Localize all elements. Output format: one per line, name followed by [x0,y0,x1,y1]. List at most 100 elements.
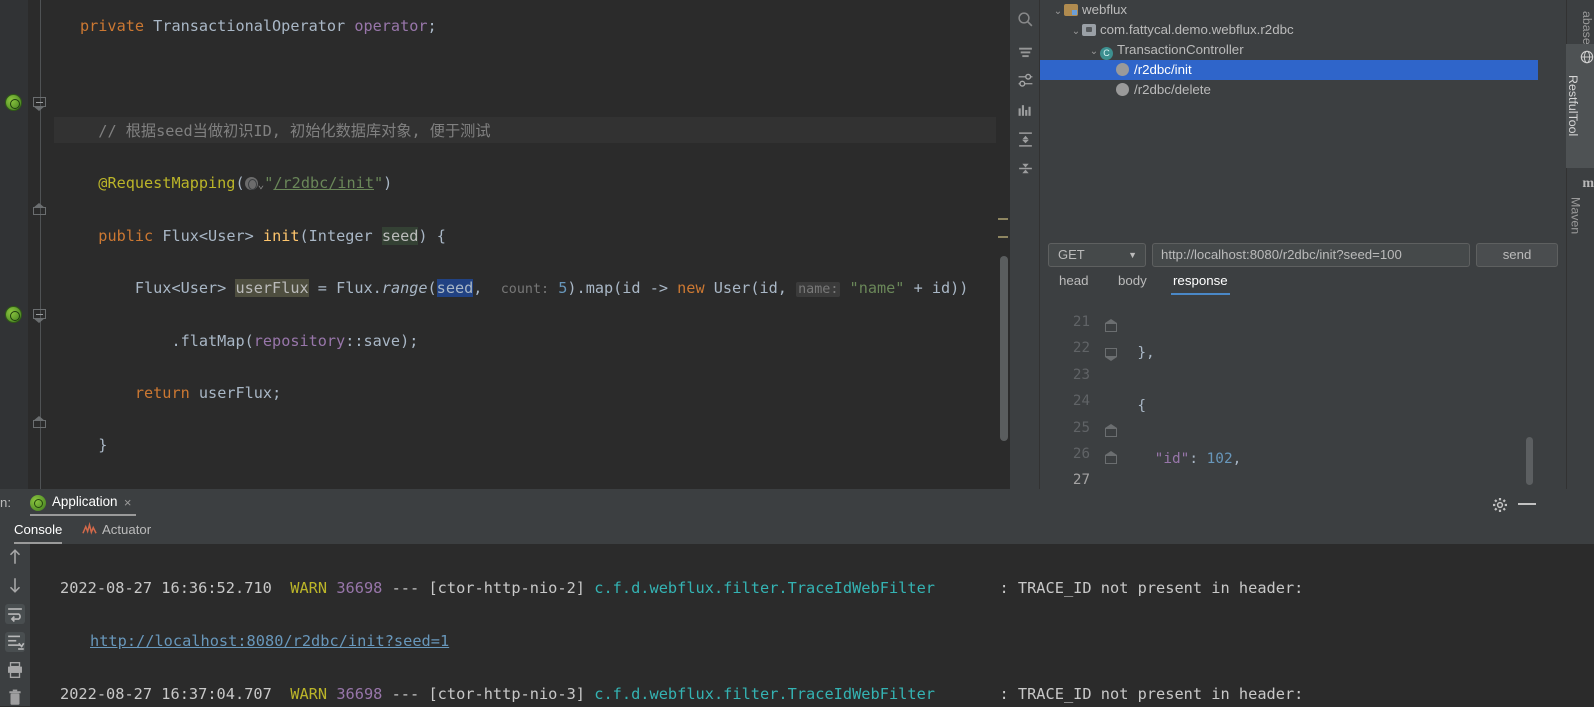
editor-gutter[interactable] [0,0,28,489]
console-toolbar[interactable] [0,544,30,706]
fold-marker-delete[interactable] [33,309,46,323]
scroll-to-end-icon[interactable] [5,632,25,652]
log-separator: : [999,684,1018,703]
response-vertical-scrollbar[interactable] [1526,437,1533,485]
tree-node-label: /r2dbc/init [1134,62,1192,77]
tab-body[interactable]: body [1116,271,1149,295]
json-key-id: "id" [1154,451,1190,467]
fold-marker-r21[interactable] [1105,319,1117,332]
run-configuration-tab[interactable]: Application × [30,492,136,516]
collapse-all-icon[interactable] [1017,160,1034,177]
scroll-up-icon[interactable] [6,548,24,566]
fold-marker-init[interactable] [33,97,46,111]
code-line: @RequestMapping(⌄"/r2dbc/init") [98,174,393,193]
web-globe-icon[interactable] [244,177,258,191]
code-line: Flux<User> userFlux = Flux.range(seed, c… [134,279,969,298]
tree-node-label: /r2dbc/delete [1134,82,1211,97]
chevron-down-icon-tree-0[interactable]: ⌄ [1052,2,1064,22]
right-tool-window-tabs[interactable]: abase RestfulTool m Maven [1566,0,1594,489]
tree-node-webflux[interactable]: ⌄ webflux [1040,0,1538,20]
console-link-line[interactable]: http://localhost:8080/r2dbc/init?seed=1 [30,628,1594,655]
run-sub-tabs: Console Actuator [0,518,1594,544]
response-line-number: 24 [1072,393,1090,409]
marker-warning-1[interactable] [998,218,1008,220]
editor-marker-rail[interactable] [996,0,1010,489]
tool-tab-maven[interactable]: m Maven [1566,170,1594,262]
filter-icon[interactable] [1017,44,1034,61]
print-icon[interactable] [6,661,24,679]
response-json-text[interactable]: }, { "id": 102, "name": "name102", "new"… [1120,314,1538,489]
token-path-init[interactable]: /r2dbc/init [273,174,374,192]
token-var-userflux: userFlux [235,279,309,298]
console-output[interactable]: 2022-08-27 16:36:52.710 WARN 36698 --- [… [30,544,1594,706]
endpoint-tree[interactable]: ⌄ webflux ⌄ com.fattycal.demo.webflux.r2db… [1040,0,1538,230]
module-icon [1064,4,1078,16]
editor-vertical-scrollbar[interactable] [1000,256,1008,441]
chevron-down-icon-method[interactable]: ▼ [1128,244,1137,266]
tree-node-package[interactable]: ⌄ com.fattycal.demo.webflux.r2dbc [1040,20,1538,40]
clear-all-icon[interactable] [6,689,24,707]
chart-bars-icon[interactable] [1017,102,1034,119]
token-var-userflux-2: userFlux [198,383,273,402]
code-text[interactable]: private TransactionalOperator operator; … [54,0,1010,489]
chevron-down-icon-tree-1[interactable]: ⌄ [1070,22,1082,42]
http-method-value: GET [1058,247,1085,262]
code-line: private TransactionalOperator operator; [80,17,437,36]
request-url-input[interactable]: http://localhost:8080/r2dbc/init?seed=10… [1152,243,1470,267]
token-comment-init: // 根据seed当做初识ID, 初始化数据库对象, 便于测试 [98,121,491,140]
ide-window: private TransactionalOperator operator; … [0,0,1594,706]
code-line: public Flux<User> init(Integer seed) { [98,226,446,245]
token-method-save: save [363,331,401,350]
tab-console[interactable]: Console [14,520,63,544]
minimize-icon[interactable] [1518,503,1536,505]
run-tab-label: Application [52,494,118,509]
token-type-fluxuser-2: Flux<User> [134,279,227,298]
token-keyword-new: new [677,279,705,298]
spring-run-gutter-icon-init[interactable] [5,94,22,111]
soft-wrap-icon[interactable] [5,604,25,624]
marker-warning-2[interactable] [998,236,1008,238]
console-url-link[interactable]: http://localhost:8080/r2dbc/init?seed=1 [60,632,449,650]
tab-actuator[interactable]: Actuator [82,520,151,544]
tree-node-endpoint-delete[interactable]: /r2dbc/delete [1040,80,1538,100]
response-fold-rail[interactable] [1102,297,1120,489]
tab-head[interactable]: head [1057,271,1091,295]
console-log-line: 2022-08-27 16:36:52.710 WARN 36698 --- [… [30,575,1594,602]
tree-node-label: TransactionController [1117,42,1244,57]
gear-icon[interactable] [1492,497,1508,513]
fold-marker-r22[interactable] [1105,348,1117,361]
tree-node-controller[interactable]: ⌄ C TransactionController [1040,40,1538,60]
param-hint-name: name: [796,282,841,298]
code-editor[interactable]: private TransactionalOperator operator; … [0,0,1010,489]
tab-response[interactable]: response [1171,271,1230,295]
response-viewer[interactable]: 21 22 23 24 25 26 27 }, { "id": 102, "na… [1050,297,1538,489]
restful-tool-toolbar[interactable] [1010,0,1040,489]
spring-run-gutter-icon-delete[interactable] [5,306,22,323]
tree-node-endpoint-init[interactable]: /r2dbc/init [1040,60,1538,80]
send-button[interactable]: send [1476,243,1558,267]
scroll-down-icon[interactable] [6,576,24,594]
log-logger: c.f.d.webflux.filter.TraceIdWebFilter [594,578,935,597]
search-icon[interactable] [1017,11,1034,28]
tool-tab-label: RestfulTool [1566,75,1580,137]
expand-all-icon[interactable] [1017,131,1034,148]
token-type-integer: Integer [308,226,373,245]
tool-tab-restfultool[interactable]: RestfulTool [1566,44,1594,168]
token-method-map: map [585,279,614,298]
fold-marker-r26[interactable] [1105,424,1117,437]
fold-end-marker-delete[interactable] [33,416,46,428]
token-keyword-public: public [98,226,154,245]
run-window-label: n: [0,495,11,510]
token-field-operator: operator [354,17,428,36]
settings-sliders-icon[interactable] [1017,72,1034,89]
token-type-transactionaloperator: TransactionalOperator [153,17,346,36]
close-icon[interactable]: × [124,495,132,510]
http-method-select[interactable]: GET ▼ [1048,243,1146,267]
endpoint-icon [1116,83,1129,96]
fold-end-marker-init[interactable] [33,203,46,215]
fold-marker-r27[interactable] [1105,451,1117,464]
chevron-down-icon-tree-2[interactable]: ⌄ [1088,42,1100,62]
json-comma: , [1232,451,1242,467]
